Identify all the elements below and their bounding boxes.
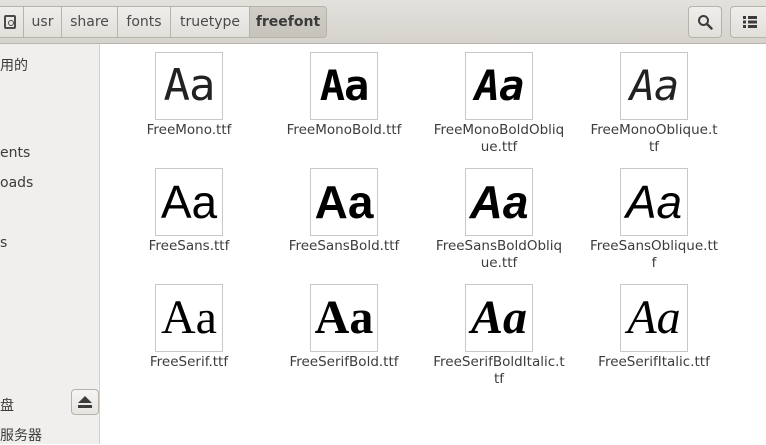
list-view-icon — [743, 16, 757, 28]
file-item[interactable]: Aa FreeMonoBoldOblique.ttf — [429, 52, 569, 156]
file-item[interactable]: Aa FreeSans.ttf — [119, 168, 259, 255]
font-preview-thumbnail: Aa — [465, 284, 533, 352]
file-name: FreeMono.ttf — [146, 122, 232, 138]
path-bar: usr share fonts truetype freefont — [0, 6, 327, 38]
file-item[interactable]: Aa FreeMonoBold.ttf — [274, 52, 414, 139]
file-item[interactable]: Aa FreeSerifBold.ttf — [274, 284, 414, 371]
font-preview-thumbnail: Aa — [620, 284, 688, 352]
file-name: FreeMonoBoldOblique.ttf — [433, 122, 565, 155]
sidebar-item-recent[interactable]: 用的 — [0, 55, 100, 75]
file-name: FreeMonoBold.ttf — [286, 122, 402, 138]
file-item[interactable]: Aa FreeSansBoldOblique.ttf — [429, 168, 569, 272]
crumb-truetype[interactable]: truetype — [170, 6, 250, 38]
font-preview-thumbnail: Aa — [465, 168, 533, 236]
sidebar-item-documents[interactable]: ents — [0, 145, 100, 161]
crumb-freefont[interactable]: freefont — [249, 6, 327, 38]
search-button[interactable] — [688, 6, 722, 38]
font-preview-thumbnail: Aa — [155, 52, 223, 120]
file-name: FreeSansBoldOblique.ttf — [435, 238, 563, 271]
font-preview-thumbnail: Aa — [620, 168, 688, 236]
font-preview-thumbnail: Aa — [620, 52, 688, 120]
sidebar: 用的 ents oads s 盘 服务器 — [0, 44, 100, 444]
sidebar-item-videos[interactable]: s — [0, 235, 100, 251]
file-item[interactable]: Aa FreeSerifBoldItalic.ttf — [429, 284, 569, 388]
sidebar-item-downloads[interactable]: oads — [0, 175, 100, 191]
file-item[interactable]: Aa FreeSansOblique.ttf — [584, 168, 724, 272]
eject-button[interactable] — [71, 389, 99, 415]
font-preview-thumbnail: Aa — [465, 52, 533, 120]
font-preview-thumbnail: Aa — [310, 52, 378, 120]
crumb-share[interactable]: share — [61, 6, 118, 38]
file-name: FreeSerifBold.ttf — [289, 354, 399, 370]
font-preview-thumbnail: Aa — [310, 168, 378, 236]
file-name: FreeSerif.ttf — [149, 354, 229, 370]
file-name: FreeSerifBoldItalic.ttf — [433, 354, 565, 387]
search-icon — [698, 15, 713, 30]
crumb-home[interactable] — [0, 6, 24, 38]
eject-icon — [78, 396, 92, 408]
sidebar-item-connect-server[interactable]: 服务器 — [0, 425, 100, 445]
drive-icon — [4, 15, 16, 29]
file-item[interactable]: Aa FreeSerif.ttf — [119, 284, 259, 371]
file-item[interactable]: Aa FreeMonoOblique.ttf — [584, 52, 724, 156]
font-preview-thumbnail: Aa — [155, 284, 223, 352]
file-name: FreeSansBold.ttf — [288, 238, 400, 254]
file-name: FreeSerifItalic.ttf — [598, 354, 710, 370]
header-bar: usr share fonts truetype freefont — [0, 0, 766, 44]
crumb-usr[interactable]: usr — [23, 6, 62, 38]
file-grid: Aa FreeMono.ttf Aa FreeMonoBold.ttf Aa F… — [101, 44, 766, 444]
file-item[interactable]: Aa FreeSansBold.ttf — [274, 168, 414, 255]
file-name: FreeSans.ttf — [148, 238, 230, 254]
file-name: FreeMonoOblique.ttf — [590, 122, 718, 155]
font-preview-thumbnail: Aa — [310, 284, 378, 352]
crumb-fonts[interactable]: fonts — [117, 6, 171, 38]
file-item[interactable]: Aa FreeMono.ttf — [119, 52, 259, 139]
view-toggle-button[interactable] — [730, 6, 766, 38]
font-preview-thumbnail: Aa — [155, 168, 223, 236]
file-name: FreeSansOblique.ttf — [589, 238, 719, 271]
file-item[interactable]: Aa FreeSerifItalic.ttf — [584, 284, 724, 371]
